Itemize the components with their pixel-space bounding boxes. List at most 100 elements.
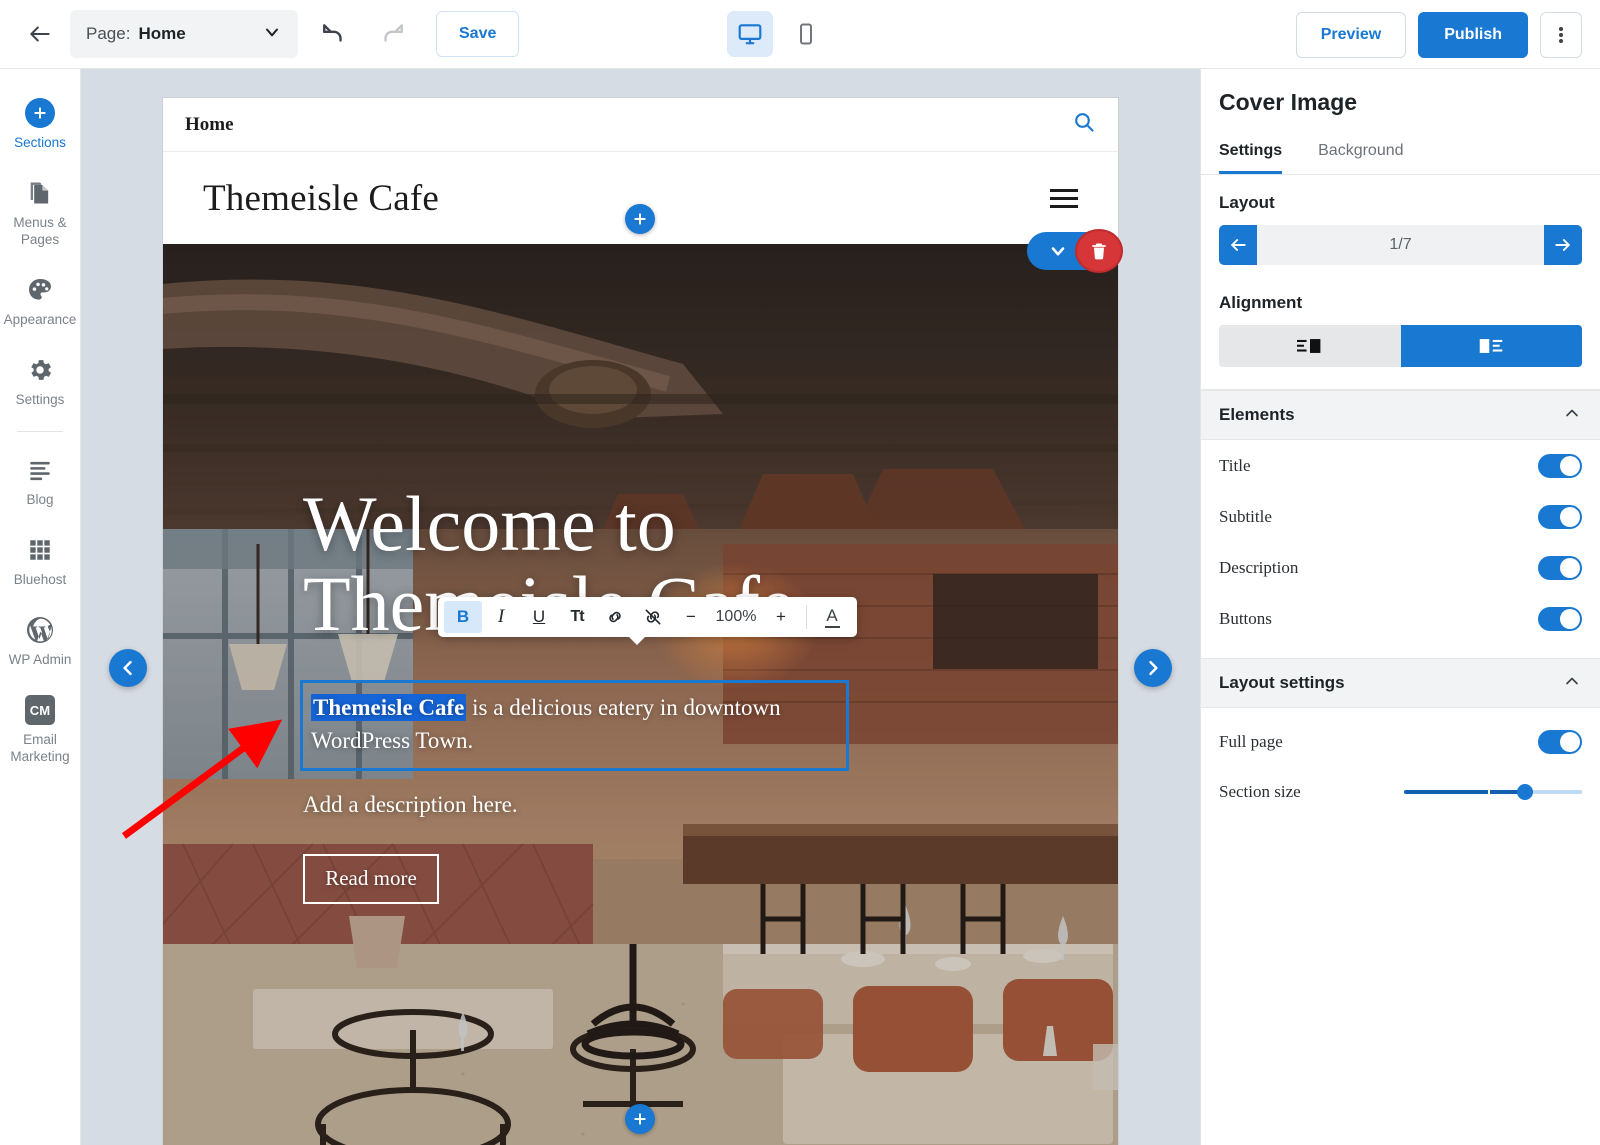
preview-button[interactable]: Preview	[1296, 12, 1406, 58]
element-label: Title	[1219, 456, 1251, 476]
full-page-row: Full page	[1201, 716, 1600, 767]
font-size-icon[interactable]: Tt	[558, 601, 596, 633]
align-text-left-image-right-icon[interactable]	[1219, 325, 1401, 367]
layout-label: Layout	[1219, 193, 1582, 213]
section-size-label: Section size	[1219, 782, 1301, 802]
unlink-icon[interactable]	[634, 601, 672, 633]
list-lines-icon	[26, 453, 54, 487]
sidebar-item-label: Menus & Pages	[2, 215, 79, 249]
text-format-toolbar: B I U Tt − 100% + A	[438, 597, 857, 637]
section-controls	[1027, 232, 1123, 270]
site-nav-home[interactable]: Home	[185, 114, 234, 136]
top-toolbar: Page: Home Save Preview Publish	[0, 0, 1600, 69]
toggle-subtitle[interactable]	[1538, 505, 1582, 529]
tab-settings[interactable]: Settings	[1219, 136, 1282, 174]
tab-background[interactable]: Background	[1318, 136, 1403, 174]
link-icon[interactable]	[596, 601, 634, 633]
minus-label: −	[686, 607, 696, 627]
zoom-value: 100%	[710, 608, 762, 626]
search-icon[interactable]	[1072, 110, 1096, 139]
hero-content: Welcome to Themeisle Cafe Themeisle Cafe…	[163, 244, 1118, 1145]
chevron-up-icon	[1562, 671, 1582, 696]
sidebar-item-blog[interactable]: Blog	[0, 444, 81, 518]
sidebar-item-label: Blog	[26, 492, 53, 509]
alignment-label: Alignment	[1219, 293, 1582, 313]
cm-badge-icon: CM	[25, 693, 55, 727]
layout-settings-accordion-header[interactable]: Layout settings	[1201, 658, 1600, 708]
element-label: Subtitle	[1219, 507, 1272, 527]
page-selector[interactable]: Page: Home	[70, 10, 298, 58]
add-section-bottom-button[interactable]	[625, 1104, 655, 1134]
hero-subtitle-selected-text: Themeisle Cafe	[311, 694, 466, 721]
sidebar-item-sections[interactable]: Sections	[0, 87, 81, 161]
chevron-up-icon	[1562, 403, 1582, 428]
underline-label: U	[533, 607, 545, 627]
toggle-buttons[interactable]	[1538, 607, 1582, 631]
hero-section[interactable]: Welcome to Themeisle Cafe Themeisle Cafe…	[163, 244, 1118, 1145]
section-size-slider[interactable]	[1404, 790, 1582, 794]
element-label: Buttons	[1219, 609, 1272, 629]
next-section-button[interactable]	[1134, 649, 1172, 687]
text-color-icon[interactable]: A	[813, 601, 851, 633]
layout-next-button[interactable]	[1544, 225, 1582, 265]
hero-subtitle[interactable]: Themeisle Cafe is a delicious eatery in …	[311, 691, 836, 758]
more-vertical-icon[interactable]	[1540, 12, 1582, 58]
toggle-title[interactable]	[1538, 454, 1582, 478]
add-section-top-button[interactable]	[625, 204, 655, 234]
hamburger-menu-icon[interactable]	[1050, 189, 1078, 208]
sidebar-item-label: WP Admin	[9, 652, 72, 669]
page-selector-label: Page:	[86, 24, 130, 44]
hero-subtitle-editor[interactable]: Themeisle Cafe is a delicious eatery in …	[303, 683, 846, 768]
sidebar-item-wp-admin[interactable]: WP Admin	[0, 604, 81, 678]
layout-stepper: 1/7	[1219, 225, 1582, 265]
section-size-row: Section size	[1201, 767, 1600, 817]
element-label: Description	[1219, 558, 1298, 578]
panel-title: Cover Image	[1201, 69, 1600, 116]
device-desktop-button[interactable]	[727, 11, 773, 57]
plus-label: +	[776, 607, 786, 627]
toolbar-divider	[806, 605, 807, 629]
elements-accordion-header[interactable]: Elements	[1201, 390, 1600, 440]
sidebar-item-menus-pages[interactable]: Menus & Pages	[0, 167, 81, 258]
layout-prev-button[interactable]	[1219, 225, 1257, 265]
wordpress-icon	[25, 613, 55, 647]
sidebar-item-label: Bluehost	[14, 572, 67, 589]
hero-read-more-button[interactable]: Read more	[303, 854, 439, 904]
element-row-subtitle: Subtitle	[1201, 491, 1600, 542]
italic-button[interactable]: I	[482, 601, 520, 633]
panel-tabs: Settings Background	[1201, 136, 1600, 175]
increase-zoom-button[interactable]: +	[762, 601, 800, 633]
topbar-actions: Preview Publish	[1296, 12, 1582, 58]
delete-section-button[interactable]	[1075, 229, 1123, 273]
italic-label: I	[498, 606, 504, 628]
site-brand-title: Themeisle Cafe	[203, 177, 439, 220]
toggle-description[interactable]	[1538, 556, 1582, 580]
sidebar-item-bluehost[interactable]: Bluehost	[0, 524, 81, 598]
redo-icon[interactable]	[370, 12, 414, 56]
back-arrow-icon[interactable]	[22, 16, 58, 52]
bold-button[interactable]: B	[444, 601, 482, 633]
align-image-left-text-right-icon[interactable]	[1401, 325, 1583, 367]
sidebar-item-email-marketing[interactable]: CM Email Marketing	[0, 684, 81, 775]
palette-icon	[26, 273, 54, 307]
elements-accordion-title: Elements	[1219, 405, 1295, 425]
device-mobile-button[interactable]	[783, 11, 829, 57]
underline-button[interactable]: U	[520, 601, 558, 633]
sidebar-item-settings[interactable]: Settings	[0, 344, 81, 418]
undo-icon[interactable]	[312, 12, 356, 56]
sidebar-item-appearance[interactable]: Appearance	[0, 264, 81, 338]
hero-description[interactable]: Add a description here.	[303, 792, 1118, 818]
sidebar-item-label: Email Marketing	[2, 732, 79, 766]
decrease-zoom-button[interactable]: −	[672, 601, 710, 633]
layout-value: 1/7	[1257, 225, 1544, 265]
publish-button[interactable]: Publish	[1418, 12, 1528, 58]
save-button[interactable]: Save	[436, 11, 519, 57]
sidebar-item-label: Appearance	[4, 312, 77, 329]
layout-settings-accordion-title: Layout settings	[1219, 673, 1345, 693]
toggle-full-page[interactable]	[1538, 730, 1582, 754]
full-page-label: Full page	[1219, 732, 1283, 752]
page-selector-value: Home	[138, 24, 185, 44]
prev-section-button[interactable]	[109, 649, 147, 687]
element-row-buttons: Buttons	[1201, 593, 1600, 644]
alignment-group	[1219, 325, 1582, 367]
